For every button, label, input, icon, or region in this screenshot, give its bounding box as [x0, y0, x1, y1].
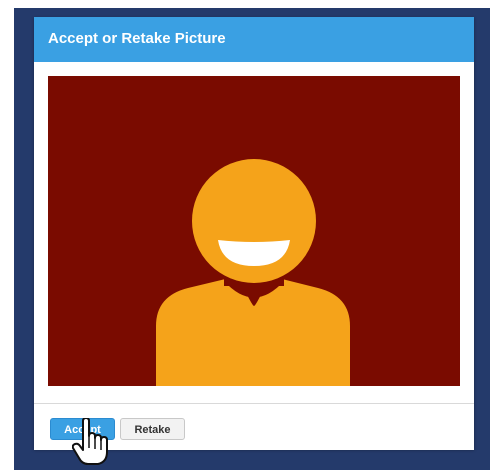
hand-pointer-icon — [72, 418, 108, 465]
avatar-placeholder-icon — [156, 159, 350, 386]
dialog-titlebar: Accept or Retake Picture — [34, 17, 474, 62]
retake-button[interactable]: Retake — [120, 418, 185, 440]
dialog-title: Accept or Retake Picture — [48, 30, 226, 47]
accept-retake-dialog: Accept or Retake Picture Accept Retake — [34, 17, 474, 450]
captured-picture — [48, 76, 460, 386]
